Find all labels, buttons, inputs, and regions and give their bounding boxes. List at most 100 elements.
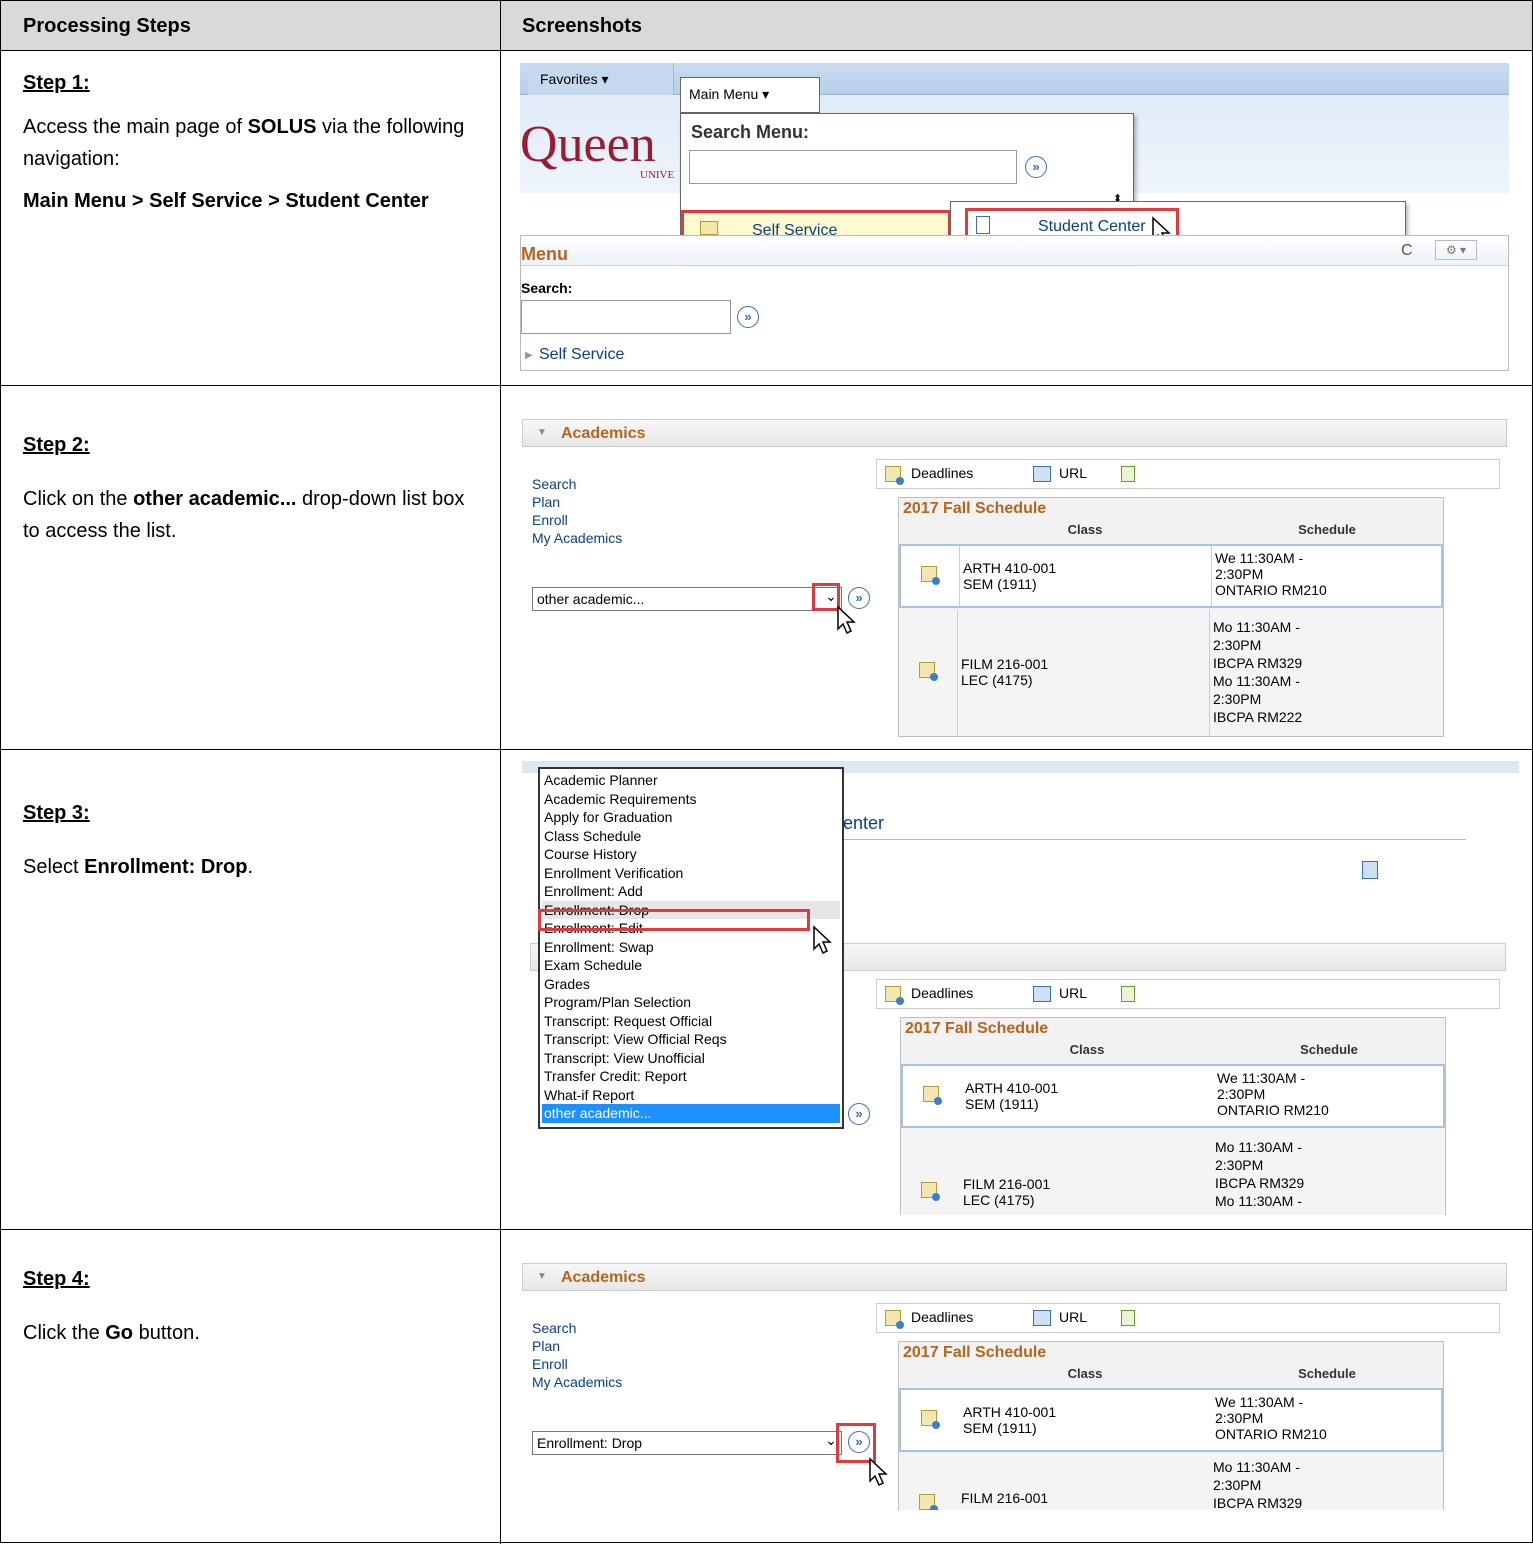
my-academics-link[interactable]: My Academics [532,1373,622,1391]
listbox-option[interactable]: Grades [542,975,840,994]
step-4-body: Click the Go button. [23,1322,200,1344]
listbox-option[interactable]: Transcript: Request Official [542,1012,840,1031]
schedule-table: 2017 Fall Schedule Class Schedule ARTH 4… [898,497,1444,737]
listbox-option[interactable]: What-if Report [542,1086,840,1105]
deadlines-icon [885,466,904,485]
url-link[interactable]: URL [1059,985,1087,1001]
schedule-row: ARTH 410-001 SEM (1911) We 11:30AM -2:30P… [899,544,1443,608]
step-3-body: Select Enrollment: Drop. [23,856,254,878]
enroll-link[interactable]: Enroll [532,1355,622,1373]
checklist-icon[interactable] [1121,986,1135,1002]
schedule-title: 2017 Fall Schedule [903,1344,1047,1361]
listbox-option[interactable]: Transfer Credit: Report [542,1067,840,1086]
menu-search-go-button[interactable]: » [737,306,759,328]
listbox-option[interactable]: Exam Schedule [542,956,840,975]
row-divider-3 [1,1229,1532,1230]
header-screenshots: Screenshots [522,15,643,37]
academics-header[interactable]: ▼ Academics [522,1263,1507,1291]
other-academic-listbox[interactable]: Academic Planner Academic Requirements App… [538,767,844,1129]
collapse-triangle-icon: ▼ [537,1271,547,1282]
gear-menu-button[interactable]: ⚙ ▾ [1435,240,1477,260]
academics-title: Academics [561,425,646,442]
plan-link[interactable]: Plan [532,493,622,511]
document-table: Processing Steps Screenshots Step 1: Acc… [0,0,1533,1544]
refresh-icon[interactable]: C [1401,242,1413,260]
listbox-option[interactable]: Enrollment Verification [542,864,840,883]
document-icon [976,216,990,234]
row-divider-1 [1,385,1532,386]
academics-header[interactable]: ▼ Academics [522,419,1507,447]
schedule-title: 2017 Fall Schedule [903,500,1047,517]
url-icon [1033,986,1051,1002]
schedule-row: FILM 216-001 Mo 11:30AM -2:30PM IBCPA RM3… [899,1454,1443,1510]
listbox-option[interactable]: Enrollment: Add [542,882,840,901]
step-3-title: Step 3: [23,802,90,824]
listbox-items: Academic Planner Academic Requirements App… [542,771,840,1123]
step-2-text: Step 2: Click on the other academic... d… [23,429,483,547]
dropdown-value: Enrollment: Drop [537,1435,643,1451]
class-detail-icon[interactable] [919,662,938,681]
step-2-title: Step 2: [23,434,90,456]
schedule-table: 2017 Fall Schedule Class Schedule ARTH 4… [900,1017,1446,1215]
listbox-option[interactable]: Course History [542,845,840,864]
step-4-title: Step 4: [23,1268,90,1290]
checklist-icon[interactable] [1121,1310,1135,1326]
url-link[interactable]: URL [1059,465,1087,481]
favorites-menu[interactable]: Favorites ▾ [528,63,674,95]
search-menu-go-button[interactable]: » [1025,156,1047,178]
menu-search-input[interactable] [521,300,731,334]
search-menu-input[interactable] [689,150,1017,184]
row-divider-2 [1,749,1532,750]
listbox-option[interactable]: Class Schedule [542,827,840,846]
listbox-option[interactable]: Transcript: View Unofficial [542,1049,840,1068]
enroll-link[interactable]: Enroll [532,511,622,529]
queens-logo-sub: UNIVE [640,169,675,181]
go-button[interactable]: » [848,1103,870,1125]
screenshot-4: ▼ Academics Search Plan Enroll My Academ… [522,1263,1507,1510]
self-service-link[interactable]: Self Service [539,346,624,364]
screenshot-1: Favorites ▾ Main Menu ▾ Queen UNIVE Sear… [520,63,1509,375]
schedule-row: FILM 216-001 LEC (4175) Mo 11:30AM -2:30P… [901,1130,1445,1215]
column-divider [500,1,501,1544]
class-detail-icon[interactable] [921,566,940,585]
search-link[interactable]: Search [532,1319,622,1337]
listbox-option[interactable]: Apply for Graduation [542,808,840,827]
listbox-option[interactable]: Program/Plan Selection [542,993,840,1012]
class-detail-icon[interactable] [923,1086,942,1105]
my-academics-link[interactable]: My Academics [532,529,622,547]
student-center-label: Student Center [1038,218,1146,235]
deadlines-link[interactable]: Deadlines [911,465,973,481]
enrollment-drop-dropdown[interactable]: Enrollment: Drop ⌄ [532,1431,842,1455]
step-1-body: Access the main page of SOLUS via the fo… [23,116,465,170]
listbox-option[interactable]: Enrollment: Swap [542,938,840,957]
enrollment-drop-highlight [538,909,810,931]
col-class: Class [1067,522,1103,537]
col-schedule: Schedule [1298,522,1356,537]
other-academic-dropdown[interactable]: other academic... ⌄ [532,587,842,611]
class-detail-icon[interactable] [921,1410,940,1429]
step-2-body: Click on the other academic... drop-down… [23,488,465,542]
listbox-option[interactable]: Academic Requirements [542,790,840,809]
listbox-option[interactable]: Academic Planner [542,771,840,790]
header-processing-steps: Processing Steps [23,15,191,37]
presentation-icon[interactable] [1362,861,1378,879]
checklist-icon[interactable] [1121,466,1135,482]
search-menu-label: Search Menu: [691,122,810,142]
search-link[interactable]: Search [532,475,622,493]
url-link[interactable]: URL [1059,1309,1087,1325]
schedule-table: 2017 Fall Schedule Class Schedule ARTH 4… [898,1341,1444,1510]
deadlines-toolbar: Deadlines URL [876,1303,1500,1333]
col-class: Class [1069,1042,1105,1057]
screenshot-3: Center Deadlines URL 2017 Fall Schedule … [522,761,1519,1215]
listbox-option[interactable]: other academic... [542,1104,840,1123]
schedule-title: 2017 Fall Schedule [905,1020,1049,1037]
collapse-triangle-icon: ▼ [537,427,547,438]
deadlines-link[interactable]: Deadlines [911,1309,973,1325]
plan-link[interactable]: Plan [532,1337,622,1355]
main-menu-tab[interactable]: Main Menu ▾ [680,77,820,113]
class-detail-icon[interactable] [921,1182,940,1201]
class-detail-icon[interactable] [919,1494,938,1510]
deadlines-link[interactable]: Deadlines [911,985,973,1001]
deadlines-toolbar: Deadlines URL [876,979,1500,1009]
listbox-option[interactable]: Transcript: View Official Reqs [542,1030,840,1049]
